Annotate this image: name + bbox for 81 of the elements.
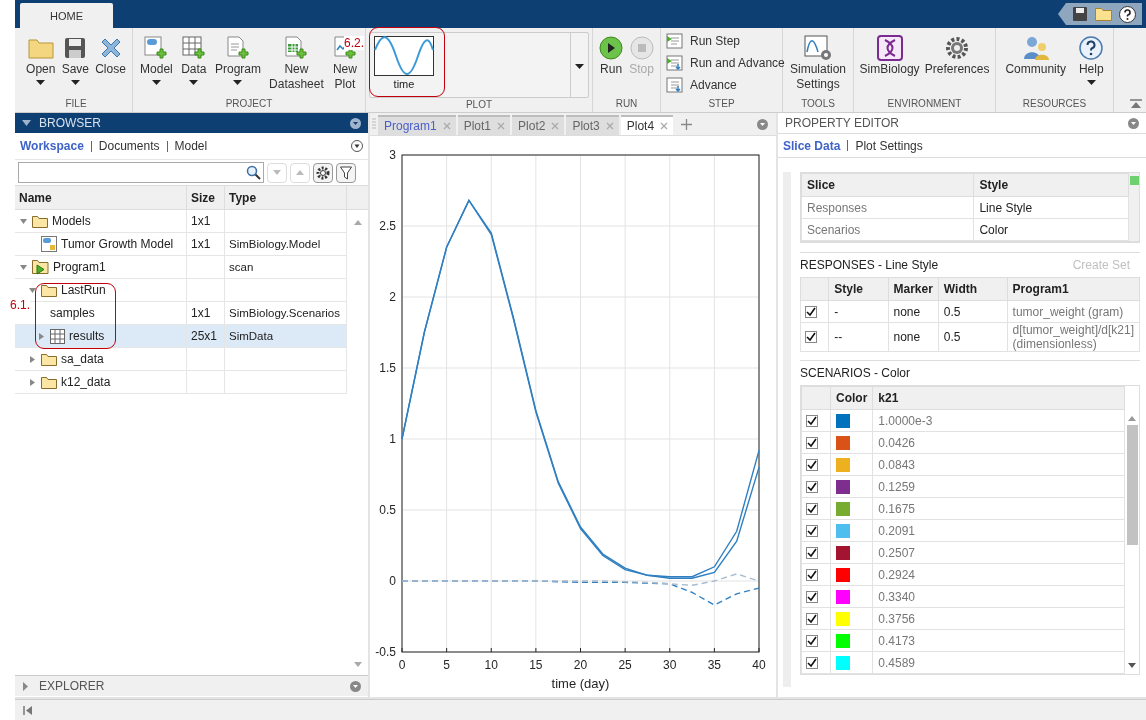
- table-cell: --: [828, 322, 888, 352]
- x-tick-label: 10: [484, 658, 498, 672]
- x-tick-label: 20: [573, 658, 588, 672]
- y-tick-label: 1: [389, 432, 396, 446]
- item-type: SimBiology.Model: [229, 238, 321, 250]
- panel-title: EXPLORER: [39, 679, 105, 693]
- item-size: 1x1: [191, 306, 211, 320]
- x-tick-label: 25: [618, 658, 632, 672]
- table-cell: 0.4173: [872, 629, 1125, 652]
- item-name: sa_data: [61, 352, 104, 366]
- table-cell: 0.2924: [872, 563, 1125, 586]
- item-name: k12_data: [61, 375, 111, 389]
- group-label: STEP: [707, 97, 736, 111]
- table-cell: 0.5: [938, 300, 1008, 323]
- x-axis-label: time (day): [551, 676, 610, 691]
- table-cell: d[tumor_weight]/d[k21] (dimensionless): [1007, 322, 1140, 352]
- x-tick-label: 40: [752, 658, 766, 672]
- group-label: TOOLS: [800, 97, 836, 111]
- y-tick-label: 0.5: [379, 503, 396, 517]
- table-cell: Color: [973, 218, 1129, 241]
- x-tick-label: 0: [398, 658, 406, 672]
- table-cell: 0.1675: [872, 497, 1125, 520]
- column-header: Style: [828, 277, 888, 301]
- column-header: Slice: [801, 173, 974, 197]
- item-size: 25x1: [191, 329, 218, 343]
- y-tick-label: 0: [389, 574, 396, 588]
- table-cell: none: [888, 322, 939, 352]
- item-name: LastRun: [61, 283, 106, 297]
- item-name: results: [69, 329, 105, 343]
- item-type: SimData: [229, 330, 274, 342]
- x-tick-label: 30: [663, 658, 677, 672]
- callout-label: 6.2.: [344, 36, 364, 50]
- item-size: 1x1: [191, 237, 211, 251]
- panel-title: BROWSER: [39, 116, 101, 130]
- table-cell: 0.0426: [872, 431, 1125, 454]
- table-cell: Line Style: [973, 196, 1129, 219]
- x-tick-label: 5: [443, 658, 450, 672]
- group-label: ENVIRONMENT: [886, 97, 963, 111]
- group-label: PLOT: [464, 98, 494, 112]
- table-cell: tumor_weight (gram): [1007, 300, 1140, 323]
- table-cell: 0.0843: [872, 453, 1125, 476]
- x-tick-label: 15: [529, 658, 543, 672]
- item-size: 1x1: [191, 214, 211, 228]
- y-tick-label: 2.5: [379, 219, 396, 233]
- column-header: Style: [973, 173, 1129, 197]
- group-label: RESOURCES: [1021, 97, 1088, 111]
- table-cell: 0.4589: [872, 651, 1125, 674]
- group-label: FILE: [64, 97, 88, 111]
- section-title: RESPONSES - Line Style: [800, 258, 939, 272]
- callout-label: 6.1.: [10, 298, 30, 312]
- item-name: samples: [50, 306, 95, 320]
- table-cell: none: [888, 300, 939, 323]
- table-cell: 0.2507: [872, 541, 1125, 564]
- item-name: Tumor Growth Model: [61, 237, 174, 251]
- y-tick-label: -0.5: [375, 645, 396, 659]
- y-tick-label: 2: [389, 290, 396, 304]
- table-cell: 0.1259: [872, 475, 1125, 498]
- table-cell: 0.3340: [872, 585, 1125, 608]
- group-label: RUN: [614, 97, 639, 111]
- column-header: Program1: [1007, 277, 1140, 301]
- y-tick-label: 3: [389, 148, 396, 162]
- panel-title: PROPERTY EDITOR: [785, 116, 900, 130]
- table-cell: Responses: [801, 196, 974, 219]
- section-title: SCENARIOS - Color: [800, 366, 911, 380]
- table-cell: 0.2091: [872, 519, 1125, 542]
- table-cell: -: [828, 300, 888, 323]
- item-name: Program1: [53, 260, 106, 274]
- x-tick-label: 35: [707, 658, 722, 672]
- item-type: scan: [229, 261, 254, 273]
- item-name: Models: [52, 214, 91, 228]
- table-cell: 0.3756: [872, 607, 1125, 630]
- item-type: SimBiology.Scenarios: [229, 307, 340, 319]
- table-cell: 0.5: [938, 322, 1008, 352]
- table-cell: Scenarios: [801, 218, 974, 241]
- column-header: Marker: [888, 277, 939, 301]
- column-header: k21: [872, 386, 1125, 410]
- y-tick-label: 1.5: [379, 361, 396, 375]
- table-cell: 1.0000e-3: [872, 409, 1125, 432]
- column-header: Width: [938, 277, 1008, 301]
- group-label: PROJECT: [224, 97, 274, 111]
- column-header: Color: [830, 386, 873, 410]
